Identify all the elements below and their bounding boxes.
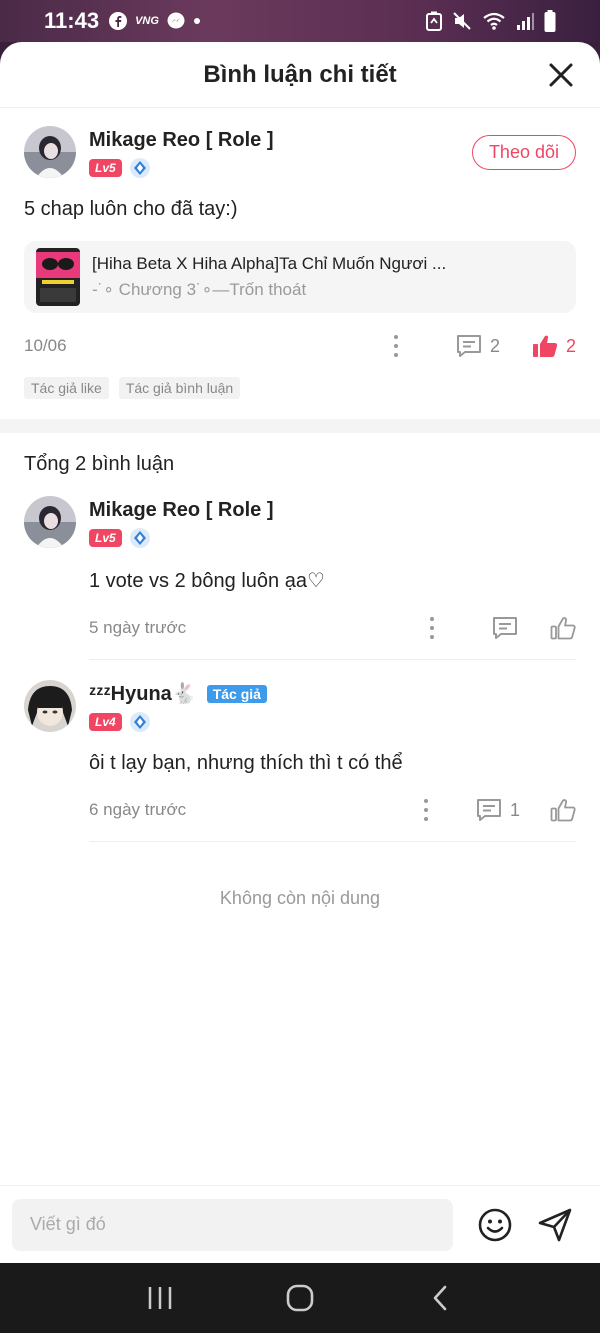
- battery-icon: [544, 10, 556, 32]
- more-options-icon[interactable]: [428, 617, 436, 639]
- follow-button[interactable]: Theo dõi: [471, 135, 576, 170]
- level-badge: Lv4: [89, 713, 122, 731]
- user-badges: Lv5: [89, 528, 576, 548]
- user-badges: Lv4: [89, 712, 576, 732]
- username[interactable]: ᶻᶻᶻHyuna🐇: [89, 680, 197, 708]
- comment-input[interactable]: [12, 1198, 453, 1251]
- comment-text: 5 chap luôn cho đã tay:): [24, 198, 238, 220]
- avatar[interactable]: [24, 126, 76, 178]
- status-time: 11:43: [44, 8, 100, 33]
- avatar[interactable]: [24, 680, 76, 732]
- send-icon[interactable]: [537, 1207, 573, 1243]
- list-item: ᶻᶻᶻHyuna🐇 Tác giả Lv4 ôi t lạy bạn, nhưn…: [0, 680, 600, 842]
- level-badge: Lv5: [89, 529, 122, 547]
- emoji-icon[interactable]: [477, 1207, 513, 1243]
- like-button[interactable]: [550, 616, 576, 640]
- status-bar: 11:43 VNG: [0, 0, 600, 42]
- level-badge: Lv5: [89, 159, 122, 177]
- facebook-icon: [109, 12, 128, 30]
- thumbs-up-icon: [550, 799, 576, 822]
- diamond-icon: [129, 712, 150, 732]
- comment-input-bar: [0, 1185, 600, 1263]
- username[interactable]: Mikage Reo [ Role ]: [89, 126, 273, 154]
- signal-icon: [516, 12, 534, 30]
- story-chapter: -˙∘ Chương 3˙∘—Trốn thoát: [92, 280, 307, 299]
- tag-author-commented: Tác giả bình luận: [118, 377, 241, 399]
- user-badges: Lv5: [89, 158, 273, 178]
- avatar[interactable]: [24, 496, 76, 548]
- home-icon[interactable]: [280, 1278, 320, 1318]
- user-meta: Mikage Reo [ Role ] Lv5: [89, 126, 273, 178]
- mute-icon: [452, 11, 472, 31]
- comment-date: 5 ngày trước: [89, 618, 187, 637]
- diamond-icon: [129, 158, 150, 178]
- comment-text: ôi t lạy bạn, nhưng thích thì t có thể: [89, 752, 403, 774]
- name-row: ᶻᶻᶻHyuna🐇 Tác giả: [89, 680, 576, 708]
- comment-text: 1 vote vs 2 bông luôn ạa♡: [89, 570, 325, 592]
- reply-button[interactable]: 2: [456, 334, 500, 358]
- reply-meta: 6 ngày trước 1: [89, 797, 576, 823]
- back-icon[interactable]: [420, 1278, 460, 1318]
- tag-author-liked: Tác giả like: [24, 377, 109, 399]
- comment-icon: [476, 799, 501, 821]
- author-tags: Tác giả like Tác giả bình luận: [24, 377, 576, 399]
- system-nav-bar: [0, 1263, 600, 1333]
- thumbs-up-icon: [550, 617, 576, 640]
- main-comment: Mikage Reo [ Role ] Lv5 Theo dõi 5 chap …: [0, 108, 600, 399]
- like-count: 2: [565, 335, 576, 356]
- story-info: [Hiha Beta X Hiha Alpha]Ta Chỉ Muốn Ngươ…: [92, 254, 472, 300]
- reply-actions: [428, 616, 576, 640]
- comment-icon: [493, 617, 517, 639]
- thumbs-up-icon: [532, 335, 558, 357]
- page-title: Bình luận chi tiết: [203, 60, 397, 88]
- recent-apps-icon[interactable]: [140, 1278, 180, 1318]
- section-divider: [0, 419, 600, 433]
- like-button[interactable]: 2: [532, 334, 576, 358]
- sheet-header: Bình luận chi tiết: [0, 42, 600, 108]
- reply-button[interactable]: 1: [476, 798, 520, 822]
- reply-actions: 1: [422, 798, 576, 822]
- reply-count: 1: [509, 799, 520, 820]
- reply-body: ᶻᶻᶻHyuna🐇 Tác giả Lv4 ôi t lạy bạn, nhưn…: [89, 680, 576, 842]
- end-of-list-text: Không còn nội dung: [219, 888, 381, 908]
- diamond-icon: [129, 528, 150, 548]
- more-options-icon[interactable]: [422, 799, 430, 821]
- story-card[interactable]: [Hiha Beta X Hiha Alpha]Ta Chỉ Muốn Ngươ…: [24, 241, 576, 313]
- story-title: [Hiha Beta X Hiha Alpha]Ta Chỉ Muốn Ngươ…: [92, 254, 447, 273]
- comment-detail-sheet: Bình luận chi tiết Mikage Reo [ Role ] L…: [0, 42, 600, 1263]
- like-button[interactable]: [550, 798, 576, 822]
- reply-body: Mikage Reo [ Role ] Lv5 1 vote vs 2 bông…: [89, 496, 576, 660]
- main-comment-actions: 2 2: [392, 334, 576, 358]
- reply-button[interactable]: [492, 616, 518, 640]
- comment-date: 6 ngày trước: [89, 800, 187, 819]
- list-item: Mikage Reo [ Role ] Lv5 1 vote vs 2 bông…: [0, 496, 600, 660]
- close-icon[interactable]: [548, 62, 574, 88]
- main-comment-meta: 10/06 2 2: [24, 335, 576, 357]
- comment-date: 10/06: [24, 336, 67, 355]
- username[interactable]: Mikage Reo [ Role ]: [89, 496, 576, 524]
- vng-icon: VNG: [135, 15, 159, 27]
- messenger-icon: [167, 12, 185, 30]
- status-left-icons: VNG: [109, 12, 201, 30]
- comment-icon: [456, 335, 481, 357]
- reply-count: 2: [489, 335, 500, 356]
- dot-icon: [193, 17, 201, 25]
- recycle-icon: [426, 11, 442, 31]
- more-options-icon[interactable]: [392, 335, 400, 357]
- main-comment-user-row: Mikage Reo [ Role ] Lv5 Theo dõi: [24, 126, 576, 178]
- wifi-icon: [482, 11, 506, 31]
- comments-count-header: Tổng 2 bình luận: [24, 453, 175, 475]
- author-badge: Tác giả: [206, 685, 267, 703]
- status-right-icons: [426, 10, 556, 32]
- story-thumbnail: [36, 248, 80, 306]
- reply-meta: 5 ngày trước: [89, 615, 576, 641]
